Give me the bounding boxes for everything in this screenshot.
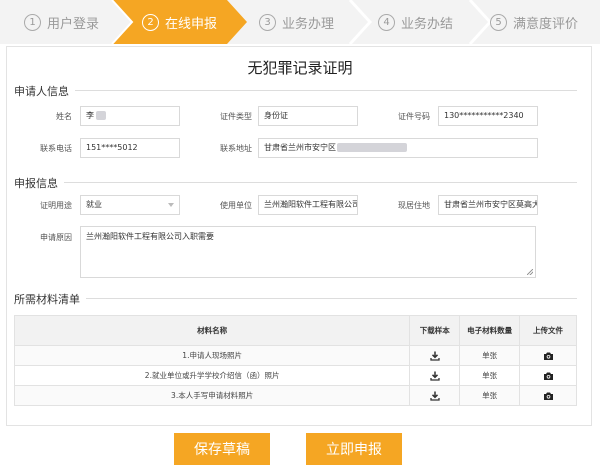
chevron-down-icon [168,203,174,207]
material-name: 3.本人手写申请材料照片 [13,385,411,406]
id-type-field[interactable]: 身份证 [258,106,358,126]
step-label: 满意度评价 [513,16,579,32]
step-online-declaration: 2 在线申报 [142,0,217,44]
material-count: 单张 [459,365,521,386]
column-header-download: 下载样本 [409,315,461,346]
redacted-blur [337,143,407,152]
step-business-completed: 4 业务办结 [378,0,453,44]
material-name: 2.就业单位或升学学校介绍信（函）照片 [13,365,411,386]
residence-label: 现居住地 [398,201,430,210]
camera-icon[interactable] [543,371,554,381]
phone-label: 联系电话 [40,144,72,153]
name-value: 李 [86,111,94,120]
purpose-value: 就业 [86,200,102,209]
column-header-upload: 上传文件 [519,315,577,346]
name-field[interactable]: 李 [80,106,180,126]
address-label: 联系地址 [220,144,252,153]
material-count: 单张 [459,385,521,406]
step-number: 3 [259,13,276,31]
material-name: 1.申请人现场照片 [13,345,411,366]
download-icon[interactable] [430,391,440,401]
upload-cell[interactable] [519,345,577,366]
employer-label: 使用单位 [220,201,252,210]
id-number-field[interactable]: 130***********2340 [438,106,538,126]
step-number: 1 [24,13,41,31]
download-icon[interactable] [430,351,440,361]
reason-label: 申请原因 [40,233,72,242]
id-number-label: 证件号码 [398,112,430,121]
residence-field[interactable]: 甘肃省兰州市安宁区莫高大 [438,195,538,215]
download-sample-cell[interactable] [409,345,461,366]
step-label: 用户登录 [47,16,100,32]
address-value: 甘肃省兰州市安宁区 [264,143,336,152]
purpose-select[interactable]: 就业 [80,195,180,215]
material-count: 单张 [459,345,521,366]
table-row: 1.申请人现场照片 单张 [13,345,577,366]
section-title-materials: 所需材料清单 [14,291,86,307]
section-title-declaration: 申报信息 [14,175,64,191]
purpose-label: 证明用途 [40,201,72,210]
redacted-blur [96,111,106,120]
section-divider [14,182,577,183]
column-header-count: 电子材料数量 [459,315,521,346]
column-header-name: 材料名称 [13,315,411,346]
upload-cell[interactable] [519,385,577,406]
address-field[interactable]: 甘肃省兰州市安宁区 [258,138,538,158]
step-separator [468,0,493,44]
resize-handle-icon[interactable] [527,269,533,275]
upload-cell[interactable] [519,365,577,386]
table-header-row: 材料名称 下载样本 电子材料数量 上传文件 [13,315,577,346]
step-label: 在线申报 [165,16,218,32]
download-sample-cell[interactable] [409,385,461,406]
step-user-login: 1 用户登录 [24,0,99,44]
camera-icon[interactable] [543,391,554,401]
section-divider [14,90,577,91]
section-divider [14,298,577,299]
progress-steps: 1 用户登录 2 在线申报 3 业务办理 4 业务办结 5 满意度评价 [0,0,600,44]
step-number: 4 [378,13,395,31]
materials-table: 材料名称 下载样本 电子材料数量 上传文件 1.申请人现场照片 单张 2.就业单… [13,315,577,406]
submit-button[interactable]: 立即申报 [306,433,402,465]
phone-field[interactable]: 151****5012 [80,138,180,158]
page-title: 无犯罪记录证明 [247,59,353,77]
step-satisfaction: 5 满意度评价 [490,0,578,44]
id-type-label: 证件类型 [220,112,252,121]
step-label: 业务办结 [401,16,454,32]
step-separator [348,0,373,44]
name-label: 姓名 [56,112,72,121]
save-draft-button[interactable]: 保存草稿 [174,433,270,465]
section-title-applicant: 申请人信息 [14,83,75,99]
step-label: 业务办理 [282,16,335,32]
step-number: 2 [142,13,159,31]
camera-icon[interactable] [543,351,554,361]
step-number: 5 [490,13,507,31]
employer-field[interactable]: 兰州瀚阳软件工程有限公司 [258,195,358,215]
step-business-handling: 3 业务办理 [259,0,334,44]
table-row: 2.就业单位或升学学校介绍信（函）照片 单张 [13,365,577,386]
download-icon[interactable] [430,371,440,381]
reason-textarea[interactable]: 兰州瀚阳软件工程有限公司入职需要 [80,226,536,278]
reason-value: 兰州瀚阳软件工程有限公司入职需要 [86,232,214,241]
table-row: 3.本人手写申请材料照片 单张 [13,385,577,406]
download-sample-cell[interactable] [409,365,461,386]
